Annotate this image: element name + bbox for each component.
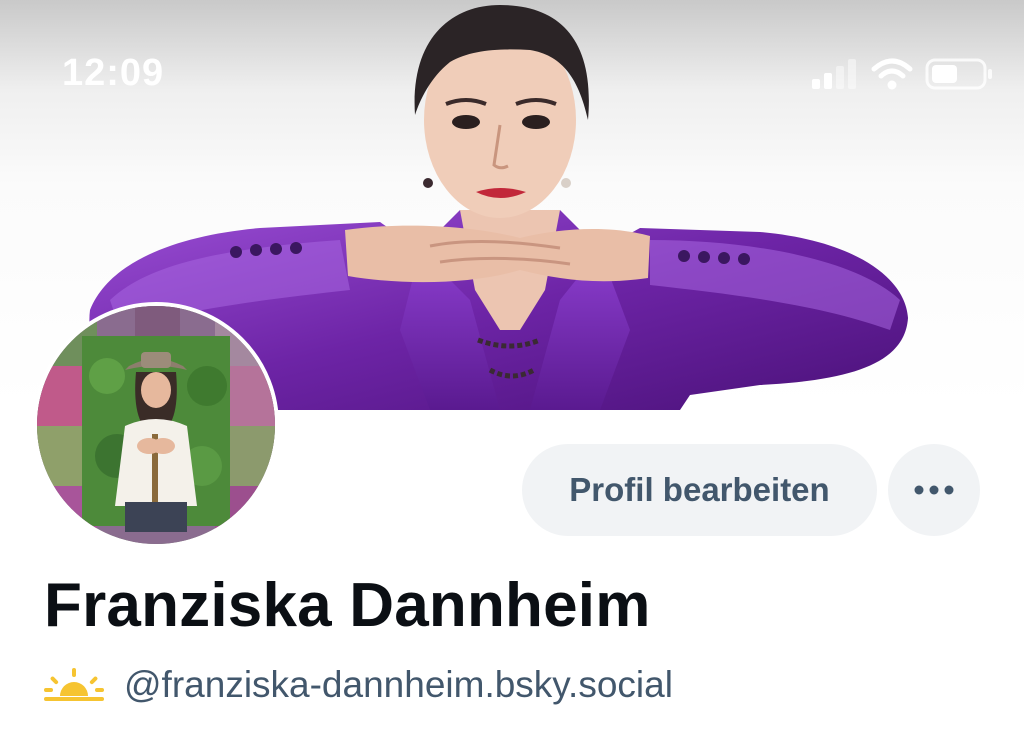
edit-profile-button[interactable]: Profil bearbeiten xyxy=(522,444,877,536)
sun-emoji-icon xyxy=(44,668,104,701)
profile-handle: @franziska-dannheim.bsky.social xyxy=(124,664,673,705)
avatar-image xyxy=(37,306,275,544)
status-time: 12:09 xyxy=(62,52,165,94)
more-options-button[interactable] xyxy=(888,444,980,536)
battery-icon xyxy=(925,58,992,90)
status-icons xyxy=(812,55,994,93)
handle-row: @franziska-dannheim.bsky.social xyxy=(44,660,673,710)
cellular-signal-icon xyxy=(812,59,856,89)
display-name: Franziska Dannheim xyxy=(44,571,651,640)
wifi-icon xyxy=(871,58,913,90)
profile-avatar[interactable] xyxy=(33,302,279,548)
more-options-icon xyxy=(914,485,954,495)
